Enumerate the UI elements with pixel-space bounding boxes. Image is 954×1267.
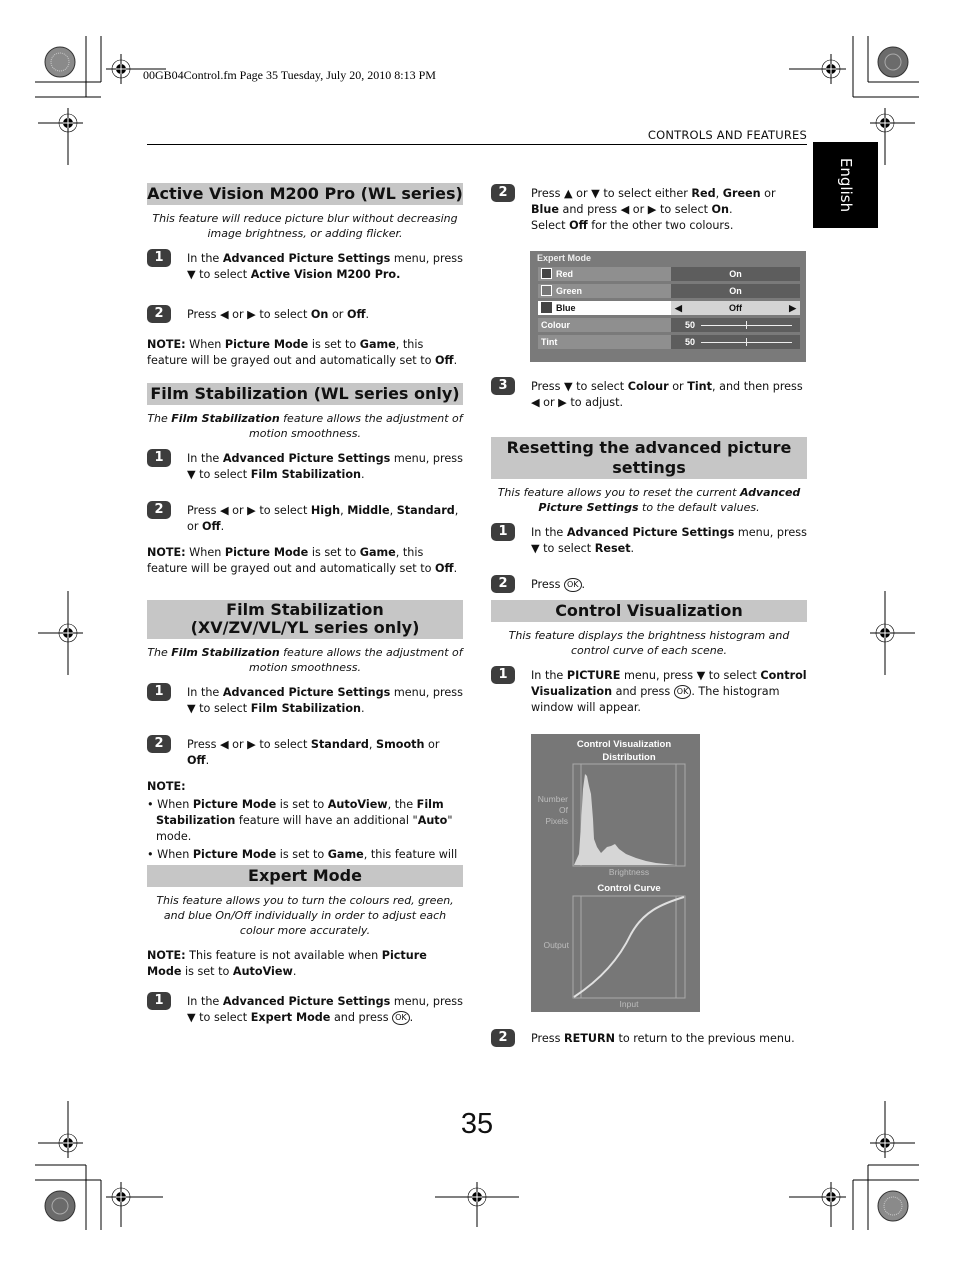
section-title: Film Stabilization (XV/ZV/VL/YL series on… [147,600,463,639]
step-badge: 1 [147,992,171,1010]
step-badge: 1 [491,666,515,684]
expert-step-3: 3 Press ▼ to select Colour or Tint, and … [491,377,807,411]
color-swatch-icon [541,285,552,296]
language-tab: English [813,142,878,228]
section-expert-mode: Expert Mode This feature allows you to t… [147,865,463,1026]
left-column-4: Expert Mode This feature allows you to t… [147,865,463,1044]
output-axis-label: Output [543,940,569,950]
section-reset: Resetting the advanced picture settings … [491,437,807,597]
step-badge: 2 [147,305,171,323]
y-axis-label: Number [538,794,568,804]
note: NOTE: • When Picture Mode is set to Auto… [147,779,463,879]
section-intro: This feature allows you to reset the cur… [497,486,801,514]
section-intro: The Film Stabilization feature allows th… [147,412,463,440]
step-badge: 1 [147,449,171,467]
expert-mode-menu: Expert Mode Red On Green On Blue ◀ Off ▶ C… [530,251,806,362]
menu-row-tint[interactable]: Tint 50 [538,335,800,349]
control-visualization-screen: Control Visualization Distribution Numbe… [531,734,700,1012]
menu-row-red[interactable]: Red On [538,267,800,281]
menu-row-colour[interactable]: Colour 50 [538,318,800,332]
x-axis-label: Brightness [609,867,649,877]
ok-button-icon: OK [392,1011,410,1025]
note-bullet: • When Picture Mode is set to AutoView, … [147,798,453,843]
page-number: 35 [460,1108,494,1140]
right-column-4: Control Visualization This feature displ… [491,600,807,734]
cv-step-2: 2 Press RETURN to return to the previous… [491,1029,807,1051]
slider-thumb[interactable] [746,321,747,329]
histogram-title-2: Distribution [602,752,655,763]
step-1: 1 In the PICTURE menu, press ▼ to select… [491,666,807,716]
left-arrow-icon[interactable]: ◀ [675,301,682,315]
input-axis-label: Input [620,999,640,1009]
note: NOTE: When Picture Mode is set to Game, … [147,338,458,367]
right-arrow-icon[interactable]: ▶ [789,301,796,315]
step-badge: 2 [491,1029,515,1047]
step-2: 2 Press ◀ or ▶ to select On or Off. [147,305,463,327]
histogram-area [574,774,676,865]
step-2: 2 Press ◀ or ▶ to select High, Middle, S… [147,501,463,535]
step-badge: 2 [491,184,515,202]
right-column-2: 3 Press ▼ to select Colour or Tint, and … [491,377,807,437]
step-badge: 2 [147,735,171,753]
step-badge: 1 [147,683,171,701]
step-1: 1 In the Advanced Picture Settings menu,… [147,683,463,717]
section-title: Expert Mode [147,865,463,887]
left-column-2: Film Stabilization (WL series only) The … [147,383,463,587]
section-intro: This feature displays the brightness his… [508,629,790,657]
step-badge: 3 [491,377,515,395]
ok-button-icon: OK [564,578,582,592]
section-intro: This feature allows you to turn the colo… [156,894,454,937]
menu-title: Expert Mode [537,253,592,263]
section-intro: The Film Stabilization feature allows th… [147,646,463,674]
right-column-5: 2 Press RETURN to return to the previous… [491,1029,807,1069]
step-2: 2 Press ◀ or ▶ to select Standard, Smoot… [147,735,463,769]
section-title: Resetting the advanced picture settings [491,437,807,479]
color-swatch-icon [541,268,552,279]
note: NOTE: When Picture Mode is set to Game, … [147,546,458,575]
control-visualization-graphic: Control Visualization Distribution Numbe… [538,739,686,1009]
right-column: 2 Press ▲ or ▼ to select either Red, Gre… [491,184,807,252]
left-column-3: Film Stabilization (XV/ZV/VL/YL series on… [147,600,463,881]
right-column-3: Resetting the advanced picture settings … [491,437,807,615]
header-rule [147,144,807,145]
step-1: 1 In the Advanced Picture Settings menu,… [147,249,463,283]
curve-frame [572,895,686,999]
y-axis-label: Pixels [545,816,568,826]
section-title: Film Stabilization (WL series only) [147,383,463,405]
section-film-stabilization-xv: Film Stabilization (XV/ZV/VL/YL series on… [147,600,463,879]
slider-thumb[interactable] [746,338,747,346]
step-1: 1 In the Advanced Picture Settings menu,… [147,992,463,1026]
menu-row-green[interactable]: Green On [538,284,800,298]
section-film-stabilization-wl: Film Stabilization (WL series only) The … [147,383,463,577]
step-2: 2 Press OK. [491,575,807,597]
step-badge: 2 [147,501,171,519]
menu-row-blue[interactable]: Blue ◀ Off ▶ [538,301,800,315]
left-column: Active Vision M200 Pro (WL series) This … [147,183,463,379]
section-title: Active Vision M200 Pro (WL series) [147,183,463,205]
printer-crop-marks [35,36,919,1230]
step-1: 1 In the Advanced Picture Settings menu,… [147,449,463,483]
section-control-visualization: Control Visualization This feature displ… [491,600,807,716]
expert-step-2: 2 Press ▲ or ▼ to select either Red, Gre… [491,184,807,234]
color-swatch-icon [541,302,552,313]
section-title: Control Visualization [491,600,807,622]
y-axis-label: Of [559,805,569,815]
histogram-title-1: Control Visualization [577,739,672,750]
step-badge: 1 [147,249,171,267]
step-badge: 2 [491,575,515,593]
step-1: 1 In the Advanced Picture Settings menu,… [491,523,807,557]
note: NOTE: This feature is not available when… [147,949,427,978]
ok-button-icon: OK [673,685,692,699]
section-intro: This feature will reduce picture blur wi… [152,212,458,240]
section-active-vision: Active Vision M200 Pro (WL series) This … [147,183,463,369]
step-badge: 1 [491,523,515,541]
running-header: CONTROLS AND FEATURES [647,128,807,142]
print-header: 00GB04Control.fm Page 35 Tuesday, July 2… [143,68,436,82]
curve-title: Control Curve [597,883,660,894]
control-curve-line [573,896,685,998]
